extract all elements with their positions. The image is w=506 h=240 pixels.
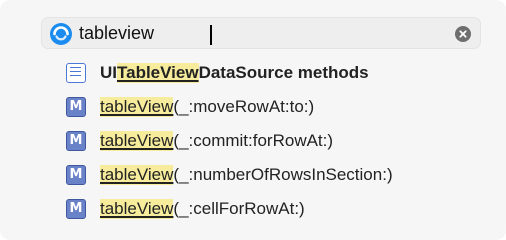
quick-open-logo-icon [50,23,72,45]
result-item-1[interactable]: M tableView(_:moveRowAt:to:) [66,94,486,119]
text-caret [210,25,212,45]
search-input[interactable] [79,21,439,45]
result-label: tableView(_:numberOfRowsInSection:) [100,164,393,185]
result-label-match: tableView [100,164,174,185]
doc-line [70,70,81,72]
results-list: UITableViewDataSource methods M tableVie… [66,60,486,230]
method-M-icon: M [66,164,86,185]
result-label-suffix: (_:moveRowAt:to:) [173,96,315,116]
result-label-suffix: DataSource methods [198,62,369,82]
doc-line [70,74,81,76]
result-label-suffix: (_:cellForRowAt:) [173,198,305,218]
method-M-icon: M [66,198,86,219]
clear-search-button[interactable] [455,26,471,42]
result-label-match: TableView [117,62,199,83]
result-label: tableView(_:commit:forRowAt:) [100,130,334,151]
result-label-match: tableView [100,198,174,219]
result-label: UITableViewDataSource methods [100,62,369,83]
method-M-icon: M [66,96,86,117]
result-item-2[interactable]: M tableView(_:commit:forRowAt:) [66,128,486,153]
result-label: tableView(_:moveRowAt:to:) [100,96,315,117]
result-item-4[interactable]: M tableView(_:cellForRowAt:) [66,196,486,221]
method-M-icon: M [66,130,86,151]
result-label-suffix: (_:numberOfRowsInSection:) [173,164,393,184]
quick-open-panel: UITableViewDataSource methods M tableVie… [0,0,506,240]
result-item-3[interactable]: M tableView(_:numberOfRowsInSection:) [66,162,486,187]
doc-line [70,66,81,68]
result-label-prefix: UI [100,62,117,82]
clear-circle-x-icon [459,30,467,38]
result-item-0[interactable]: UITableViewDataSource methods [66,60,486,85]
result-label-match: tableView [100,96,174,117]
result-label-match: tableView [100,130,174,151]
result-label-suffix: (_:commit:forRowAt:) [173,130,334,150]
document-list-icon [66,62,86,83]
result-label: tableView(_:cellForRowAt:) [100,198,305,219]
search-bar [41,17,481,49]
